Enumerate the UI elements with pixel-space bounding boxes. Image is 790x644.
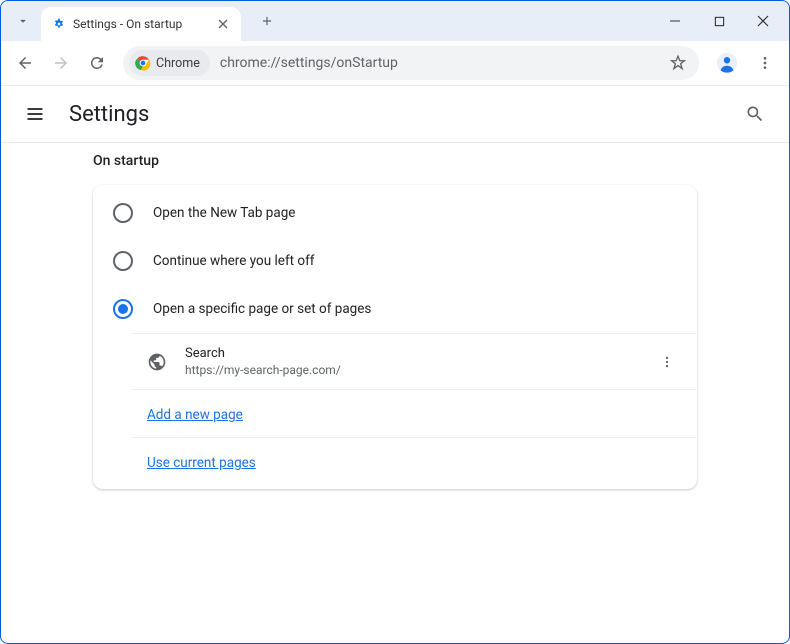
reload-icon bbox=[88, 54, 106, 72]
window-controls bbox=[653, 5, 785, 37]
page-title-text: Search bbox=[185, 346, 655, 361]
close-icon bbox=[218, 19, 228, 29]
arrow-right-icon bbox=[52, 54, 70, 72]
use-current-link[interactable]: Use current pages bbox=[147, 455, 256, 471]
browser-toolbar: Chrome chrome://settings/onStartup bbox=[1, 41, 789, 85]
kebab-icon bbox=[660, 355, 674, 369]
startup-page-row: Search https://my-search-page.com/ bbox=[131, 334, 697, 389]
reload-button[interactable] bbox=[81, 47, 113, 79]
forward-button[interactable] bbox=[45, 47, 77, 79]
use-current-row: Use current pages bbox=[131, 437, 697, 485]
hamburger-icon bbox=[25, 104, 45, 124]
settings-gear-icon bbox=[51, 16, 67, 32]
radio-label: Open the New Tab page bbox=[153, 205, 295, 221]
radio-button[interactable] bbox=[113, 251, 133, 271]
bookmark-button[interactable] bbox=[663, 48, 693, 78]
close-window-button[interactable] bbox=[741, 5, 785, 37]
star-icon bbox=[669, 54, 687, 72]
profile-button[interactable] bbox=[713, 49, 741, 77]
maximize-icon bbox=[714, 16, 725, 27]
browser-tab[interactable]: Settings - On startup bbox=[41, 7, 241, 41]
radio-option-new-tab[interactable]: Open the New Tab page bbox=[93, 189, 697, 237]
close-icon bbox=[757, 15, 769, 27]
url-text: chrome://settings/onStartup bbox=[220, 55, 663, 71]
browser-menu-button[interactable] bbox=[749, 47, 781, 79]
kebab-icon bbox=[757, 55, 773, 71]
search-button[interactable] bbox=[737, 96, 773, 132]
avatar-icon bbox=[716, 52, 738, 74]
globe-icon bbox=[147, 352, 167, 372]
chrome-logo-icon bbox=[135, 55, 151, 71]
radio-option-specific-pages[interactable]: Open a specific page or set of pages bbox=[93, 285, 697, 333]
maximize-button[interactable] bbox=[697, 5, 741, 37]
section-heading: On startup bbox=[93, 153, 697, 169]
minimize-icon bbox=[669, 15, 681, 27]
radio-label: Continue where you left off bbox=[153, 253, 315, 269]
page-info: Search https://my-search-page.com/ bbox=[185, 346, 655, 377]
site-chip[interactable]: Chrome bbox=[129, 50, 210, 76]
minimize-button[interactable] bbox=[653, 5, 697, 37]
plus-icon bbox=[260, 14, 274, 28]
tab-close-button[interactable] bbox=[215, 16, 231, 32]
startup-pages-list: Search https://my-search-page.com/ Add a… bbox=[131, 333, 697, 485]
arrow-left-icon bbox=[16, 54, 34, 72]
startup-card: Open the New Tab page Continue where you… bbox=[93, 185, 697, 489]
search-icon bbox=[745, 104, 765, 124]
tab-search-dropdown[interactable] bbox=[9, 7, 37, 35]
add-page-link[interactable]: Add a new page bbox=[147, 407, 243, 423]
address-bar[interactable]: Chrome chrome://settings/onStartup bbox=[123, 46, 699, 80]
page-url-text: https://my-search-page.com/ bbox=[185, 363, 655, 377]
settings-content: On startup Open the New Tab page Continu… bbox=[1, 143, 789, 489]
page-menu-button[interactable] bbox=[655, 355, 679, 369]
menu-toggle-button[interactable] bbox=[17, 96, 53, 132]
window-titlebar: Settings - On startup bbox=[1, 1, 789, 41]
radio-button[interactable] bbox=[113, 203, 133, 223]
back-button[interactable] bbox=[9, 47, 41, 79]
chrome-chip-label: Chrome bbox=[156, 56, 200, 71]
tab-title: Settings - On startup bbox=[73, 17, 215, 31]
page-title: Settings bbox=[69, 102, 149, 127]
radio-label: Open a specific page or set of pages bbox=[153, 301, 371, 317]
chevron-down-icon bbox=[16, 14, 30, 28]
add-page-row: Add a new page bbox=[131, 389, 697, 437]
radio-button[interactable] bbox=[113, 299, 133, 319]
new-tab-button[interactable] bbox=[253, 7, 281, 35]
settings-header: Settings bbox=[1, 86, 789, 142]
radio-option-continue[interactable]: Continue where you left off bbox=[93, 237, 697, 285]
